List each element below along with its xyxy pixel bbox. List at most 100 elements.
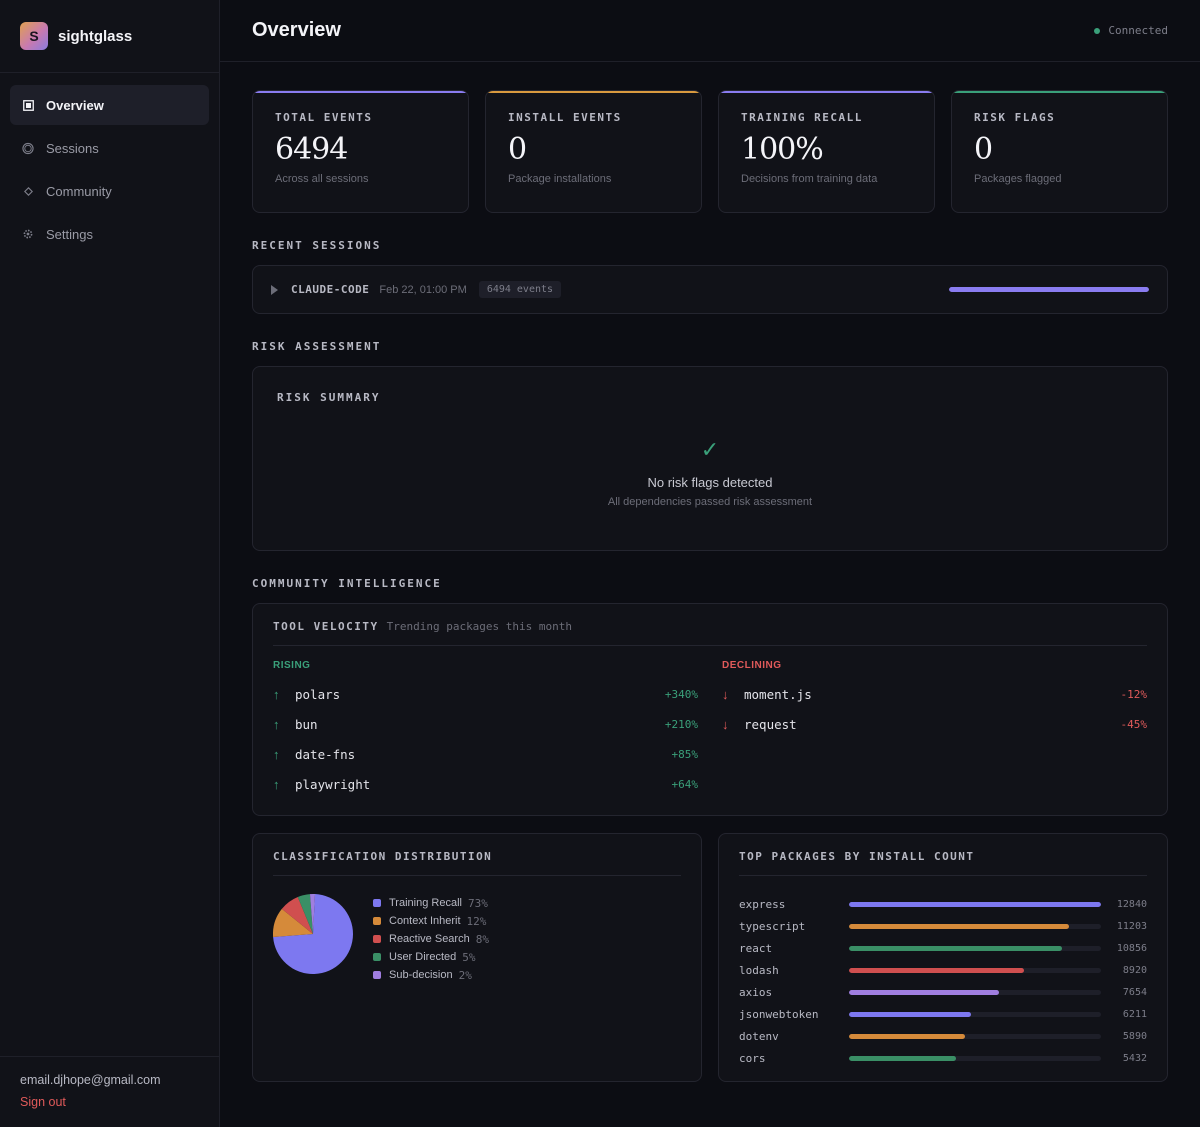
stat-value: 0	[508, 132, 527, 167]
package-count: 8920	[1122, 964, 1147, 976]
package-name: lodash	[739, 963, 779, 977]
package-name: typescript	[739, 919, 806, 933]
package-name: request	[744, 716, 797, 732]
stat-value: 100%	[741, 132, 824, 167]
legend-label: User Directed	[389, 951, 457, 963]
tool-velocity-header: TOOL VELOCITY Trending packages this mon…	[273, 604, 1147, 646]
top-packages-card: TOP PACKAGES BY INSTALL COUNT express 128…	[718, 833, 1168, 1082]
package-name: date-fns	[295, 746, 356, 762]
list-item[interactable]: ↓ moment.js -12%	[722, 679, 1147, 709]
package-name: dotenv	[739, 1029, 779, 1043]
sidebar-item-label: Community	[46, 183, 112, 199]
legend-swatch	[373, 899, 381, 907]
sidebar-item-sessions[interactable]: Sessions	[10, 128, 209, 168]
sidebar-item-community[interactable]: Community	[10, 171, 209, 211]
stat-sub: Across all sessions	[275, 173, 369, 185]
package-name: polars	[295, 686, 341, 702]
package-count: 6211	[1122, 1008, 1147, 1020]
package-row[interactable]: react 10856	[739, 937, 1147, 959]
package-bar	[849, 901, 1101, 907]
session-row[interactable]: CLAUDE-CODE Feb 22, 01:00 PM 6494 events	[253, 266, 1167, 313]
package-bar-track	[849, 901, 1101, 907]
package-name: moment.js	[744, 686, 812, 702]
sidebar: S sightglass Overview Sessions Community	[0, 0, 220, 1127]
package-row[interactable]: axios 7654	[739, 981, 1147, 1003]
package-name: react	[739, 941, 773, 955]
arrow-up-icon: ↑	[273, 686, 280, 702]
package-count: 5890	[1122, 1030, 1147, 1042]
list-item[interactable]: ↑ polars +340%	[273, 679, 698, 709]
legend-label: Context Inherit	[389, 915, 461, 927]
package-row[interactable]: dotenv 5890	[739, 1025, 1147, 1047]
list-item[interactable]: ↑ playwright +64%	[273, 769, 698, 799]
package-row[interactable]: lodash 8920	[739, 959, 1147, 981]
distribution-body: Training Recall 73% Context Inherit 12% …	[273, 876, 681, 984]
tool-velocity-subtitle: Trending packages this month	[386, 620, 573, 633]
page-title: Overview	[252, 19, 341, 41]
arrow-up-icon: ↑	[273, 716, 280, 732]
sidebar-item-label: Settings	[46, 226, 93, 242]
legend-swatch	[373, 935, 381, 943]
legend-item: Training Recall 73%	[373, 894, 489, 912]
package-row[interactable]: typescript 11203	[739, 915, 1147, 937]
legend-item: Sub-decision 2%	[373, 966, 489, 984]
session-progress-bar	[949, 287, 1149, 292]
legend-percent: 73%	[467, 896, 488, 910]
pie-legend: Training Recall 73% Context Inherit 12% …	[373, 894, 489, 984]
stat-card-total-events: TOTAL EVENTS 6494 Across all sessions	[252, 90, 469, 213]
list-item[interactable]: ↑ date-fns +85%	[273, 739, 698, 769]
sign-out-link[interactable]: Sign out	[20, 1095, 199, 1109]
expand-triangle-icon[interactable]	[271, 284, 278, 295]
stat-card-install-events: INSTALL EVENTS 0 Package installations	[485, 90, 702, 213]
package-bar	[849, 945, 1063, 951]
legend-label: Sub-decision	[389, 969, 453, 981]
sidebar-item-label: Overview	[46, 97, 104, 113]
package-name: axios	[739, 985, 773, 999]
legend-label: Reactive Search	[389, 933, 470, 945]
stat-accent	[486, 91, 701, 93]
session-time: Feb 22, 01:00 PM	[379, 283, 467, 296]
session-progress-fill	[949, 287, 1149, 292]
top-packages-title: TOP PACKAGES BY INSTALL COUNT	[739, 850, 975, 863]
stat-value: 6494	[275, 132, 348, 167]
status-dot-icon	[1094, 27, 1101, 34]
stat-accent	[253, 91, 468, 93]
stat-cards: TOTAL EVENTS 6494 Across all sessions IN…	[252, 90, 1168, 213]
list-item[interactable]: ↑ bun +210%	[273, 709, 698, 739]
package-count: 7654	[1122, 986, 1147, 998]
brand[interactable]: S sightglass	[0, 0, 219, 73]
diamond-icon	[22, 186, 34, 196]
stat-label: TOTAL EVENTS	[275, 111, 373, 124]
stat-accent	[719, 91, 934, 93]
package-row[interactable]: jsonwebtoken 6211	[739, 1003, 1147, 1025]
package-row[interactable]: cors 5432	[739, 1047, 1147, 1069]
package-count: 12840	[1116, 898, 1147, 910]
brand-logo: S	[20, 22, 48, 50]
legend-swatch	[373, 953, 381, 961]
legend-item: User Directed 5%	[373, 948, 489, 966]
sidebar-item-settings[interactable]: Settings	[10, 214, 209, 254]
package-bar-track	[849, 923, 1101, 929]
checkmark-icon: ✓	[700, 437, 720, 462]
package-count: 10856	[1116, 942, 1147, 954]
stat-label: TRAINING RECALL	[741, 111, 863, 124]
list-item[interactable]: ↓ request -45%	[722, 709, 1147, 739]
package-row[interactable]: express 12840	[739, 893, 1147, 915]
package-bar	[849, 1011, 971, 1017]
legend-swatch	[373, 917, 381, 925]
classification-title: CLASSIFICATION DISTRIBUTION	[273, 850, 493, 863]
declining-label: DECLINING	[722, 660, 782, 671]
package-bar	[849, 989, 1000, 995]
package-bar-track	[849, 967, 1101, 973]
package-change: +340%	[664, 687, 698, 701]
stat-label: INSTALL EVENTS	[508, 111, 622, 124]
risk-message: No risk flags detected	[647, 475, 773, 490]
sidebar-item-overview[interactable]: Overview	[10, 85, 209, 125]
package-change: +64%	[671, 777, 699, 791]
package-bar	[849, 1033, 965, 1039]
package-change: -45%	[1120, 717, 1148, 731]
package-name: cors	[739, 1051, 766, 1065]
connection-status: Connected	[1094, 24, 1168, 37]
rising-column: RISING ↑ polars +340% ↑ bun +210% ↑ date…	[273, 660, 698, 799]
stat-card-risk-flags: RISK FLAGS 0 Packages flagged	[951, 90, 1168, 213]
